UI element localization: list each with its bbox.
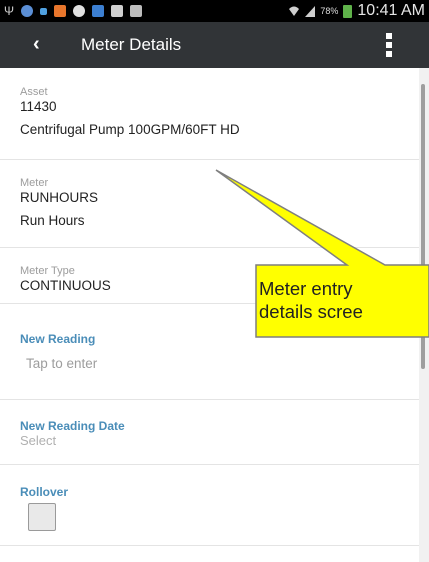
callout-text-line1: Meter entry	[259, 278, 353, 299]
callout-text-line2: details scree	[259, 301, 363, 322]
callout-annotation	[215, 169, 429, 338]
